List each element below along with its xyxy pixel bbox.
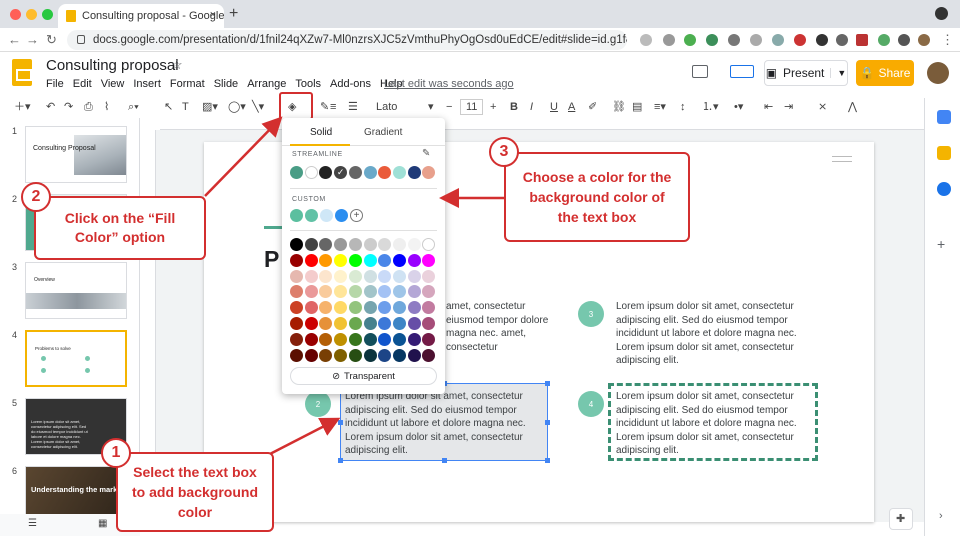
- callout-2-box: Click on the “Fill Color” option: [34, 196, 206, 260]
- callout-3-number: 3: [489, 137, 519, 167]
- arrow-to-text-box: [267, 417, 341, 457]
- callout-1-number: 1: [101, 438, 131, 468]
- arrow-to-fill-color: [204, 116, 283, 197]
- callout-1-box: Select the text box to add background co…: [116, 452, 274, 532]
- screenshot-root: Consulting proposal - Google Slides × + …: [0, 0, 960, 536]
- callout-2-number: 2: [21, 182, 51, 212]
- callout-3-box: Choose a color for the background color …: [504, 152, 690, 242]
